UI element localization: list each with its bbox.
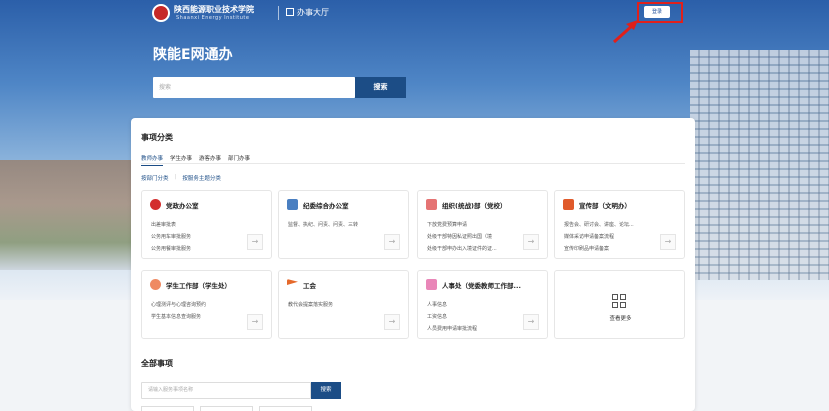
- card-items: 出差审批表 公务用车审批服务 公务用餐审批服务: [151, 219, 191, 255]
- subtab-separator: |: [174, 174, 177, 180]
- card-items: 下放党费预算申请 处级干部特因私证照出国（境 处级干部申办出入境证件的证...: [427, 219, 497, 255]
- card-items: 心理测评与心理咨询预约 学生基本信息查询服务: [151, 299, 206, 323]
- service-hall-label: 办事大厅: [297, 8, 329, 17]
- card-title: 纪委综合办公室: [303, 201, 349, 210]
- card-publicity-dept[interactable]: 宣传部（文明办） 报告会、研讨会、讲座、论坛... 媒体采访申请备案流程 宣传印…: [554, 190, 685, 259]
- card-item[interactable]: 下放党费预算申请: [427, 219, 497, 231]
- card-personnel[interactable]: 人事处（党委教师工作部... 人事信息 工资信息 人员费用申请审批流程 →: [417, 270, 548, 339]
- login-highlight-box: [637, 2, 683, 23]
- party-emblem-icon: [150, 199, 161, 210]
- monitor-icon: [287, 199, 298, 210]
- hall-icon: [286, 8, 294, 16]
- card-item[interactable]: 媒体采访申请备案流程: [564, 231, 634, 243]
- tab-teacher[interactable]: 教师办事: [141, 154, 164, 166]
- card-item[interactable]: 心理测评与心理咨询预约: [151, 299, 206, 311]
- campus-building-right: [690, 50, 829, 280]
- card-discipline-office[interactable]: 纪委综合办公室 监督、执纪、问责、问责、三转 →: [278, 190, 409, 259]
- arrow-right-icon[interactable]: →: [384, 314, 400, 330]
- card-header: 人事处（党委教师工作部...: [426, 279, 521, 290]
- card-title: 工会: [303, 281, 316, 290]
- top-bar: 陕西能源职业技术学院 Shaanxi Energy Institute 办事大厅…: [0, 0, 829, 44]
- card-party-office[interactable]: 党政办公室 出差审批表 公务用车审批服务 公务用餐审批服务 →: [141, 190, 272, 259]
- list-item[interactable]: [200, 406, 253, 411]
- red-arrow-icon: [612, 20, 638, 44]
- card-item[interactable]: 出差审批表: [151, 219, 191, 231]
- page-title: 陕能E网通办: [153, 47, 233, 63]
- card-items: 教代会提案落实服务: [288, 299, 333, 311]
- arrow-right-icon[interactable]: →: [523, 234, 539, 250]
- card-item[interactable]: 处级干部特因私证照出国（境: [427, 231, 497, 243]
- card-title: 学生工作部（学生处）: [166, 281, 231, 290]
- card-title: 人事处（党委教师工作部...: [442, 281, 521, 290]
- tab-visitor[interactable]: 游客办事: [199, 154, 221, 166]
- search-button[interactable]: 搜索: [355, 77, 406, 98]
- document-icon: [426, 199, 437, 210]
- arrow-right-icon[interactable]: →: [247, 314, 263, 330]
- arrow-right-icon[interactable]: →: [247, 234, 263, 250]
- card-header: 党政办公室: [150, 199, 199, 210]
- card-item[interactable]: 宣传印刷品申请备案: [564, 243, 634, 255]
- list-item[interactable]: [259, 406, 312, 411]
- card-item[interactable]: 公务用车审批服务: [151, 231, 191, 243]
- card-items: 监督、执纪、问责、问责、三转: [288, 219, 358, 231]
- tab-student[interactable]: 学生办事: [170, 154, 192, 166]
- card-union[interactable]: 工会 教代会提案落实服务 →: [278, 270, 409, 339]
- service-hall-title[interactable]: 办事大厅: [286, 7, 329, 18]
- card-header: 工会: [287, 279, 316, 290]
- subtab-by-theme[interactable]: 按服务主题分类: [182, 174, 221, 182]
- card-organization-dept[interactable]: 组织(统战)部（党校） 下放党费预算申请 处级干部特因私证照出国（境 处级干部申…: [417, 190, 548, 259]
- card-header: 宣传部（文明办）: [563, 199, 631, 210]
- card-item[interactable]: 处级干部申办出入境证件的证...: [427, 243, 497, 255]
- student-icon: [150, 279, 161, 290]
- school-name-cn: 陕西能源职业技术学院: [174, 4, 254, 14]
- search-input[interactable]: 搜索: [153, 77, 355, 98]
- card-item[interactable]: 监督、执纪、问责、问责、三转: [288, 219, 358, 231]
- school-name-en: Shaanxi Energy Institute: [176, 15, 250, 21]
- card-items: 报告会、研讨会、讲座、论坛... 媒体采访申请备案流程 宣传印刷品申请备案: [564, 219, 634, 255]
- flag-icon: [287, 279, 298, 286]
- card-item[interactable]: 人员费用申请审批流程: [427, 323, 477, 335]
- all-items-search-input[interactable]: 请输入服务事项名称: [141, 382, 311, 399]
- list-item[interactable]: [141, 406, 194, 411]
- arrow-right-icon[interactable]: →: [660, 234, 676, 250]
- arrow-right-icon[interactable]: →: [384, 234, 400, 250]
- subtab-by-department[interactable]: 按部门分类: [141, 174, 169, 182]
- school-logo-icon[interactable]: [152, 4, 170, 22]
- all-items-title: 全部事项: [141, 359, 173, 368]
- subtabs: 按部门分类 | 按服务主题分类: [141, 174, 221, 182]
- category-tabs: 教师办事 学生办事 游客办事 部门办事: [141, 154, 250, 166]
- card-items: 人事信息 工资信息 人员费用申请审批流程: [427, 299, 477, 335]
- card-header: 纪委综合办公室: [287, 199, 349, 210]
- briefcase-icon: [563, 199, 574, 210]
- card-item[interactable]: 教代会提案落实服务: [288, 299, 333, 311]
- grid-icon: [612, 294, 626, 308]
- personnel-icon: [426, 279, 437, 290]
- card-title: 宣传部（文明办）: [579, 201, 631, 210]
- category-title: 事项分类: [141, 133, 173, 142]
- card-item[interactable]: 公务用餐审批服务: [151, 243, 191, 255]
- card-title: 组织(统战)部（党校）: [442, 201, 507, 210]
- card-item[interactable]: 人事信息: [427, 299, 477, 311]
- card-item[interactable]: 学生基本信息查询服务: [151, 311, 206, 323]
- tab-department[interactable]: 部门办事: [228, 154, 250, 166]
- campus-building-left: [0, 160, 140, 270]
- card-header: 学生工作部（学生处）: [150, 279, 231, 290]
- tab-underline: [141, 163, 685, 164]
- card-title: 党政办公室: [166, 201, 199, 210]
- view-more-label: 查看更多: [609, 316, 632, 322]
- card-item[interactable]: 工资信息: [427, 311, 477, 323]
- card-item[interactable]: 报告会、研讨会、讲座、论坛...: [564, 219, 634, 231]
- card-header: 组织(统战)部（党校）: [426, 199, 506, 210]
- arrow-right-icon[interactable]: →: [523, 314, 539, 330]
- category-panel: 事项分类 教师办事 学生办事 游客办事 部门办事 按部门分类 | 按服务主题分类…: [131, 118, 695, 411]
- all-items-list: [141, 406, 312, 411]
- all-items-search-button[interactable]: 搜索: [311, 382, 341, 399]
- card-view-more[interactable]: 查看更多: [554, 270, 685, 339]
- card-student-affairs[interactable]: 学生工作部（学生处） 心理测评与心理咨询预约 学生基本信息查询服务 →: [141, 270, 272, 339]
- header-divider: [278, 6, 279, 20]
